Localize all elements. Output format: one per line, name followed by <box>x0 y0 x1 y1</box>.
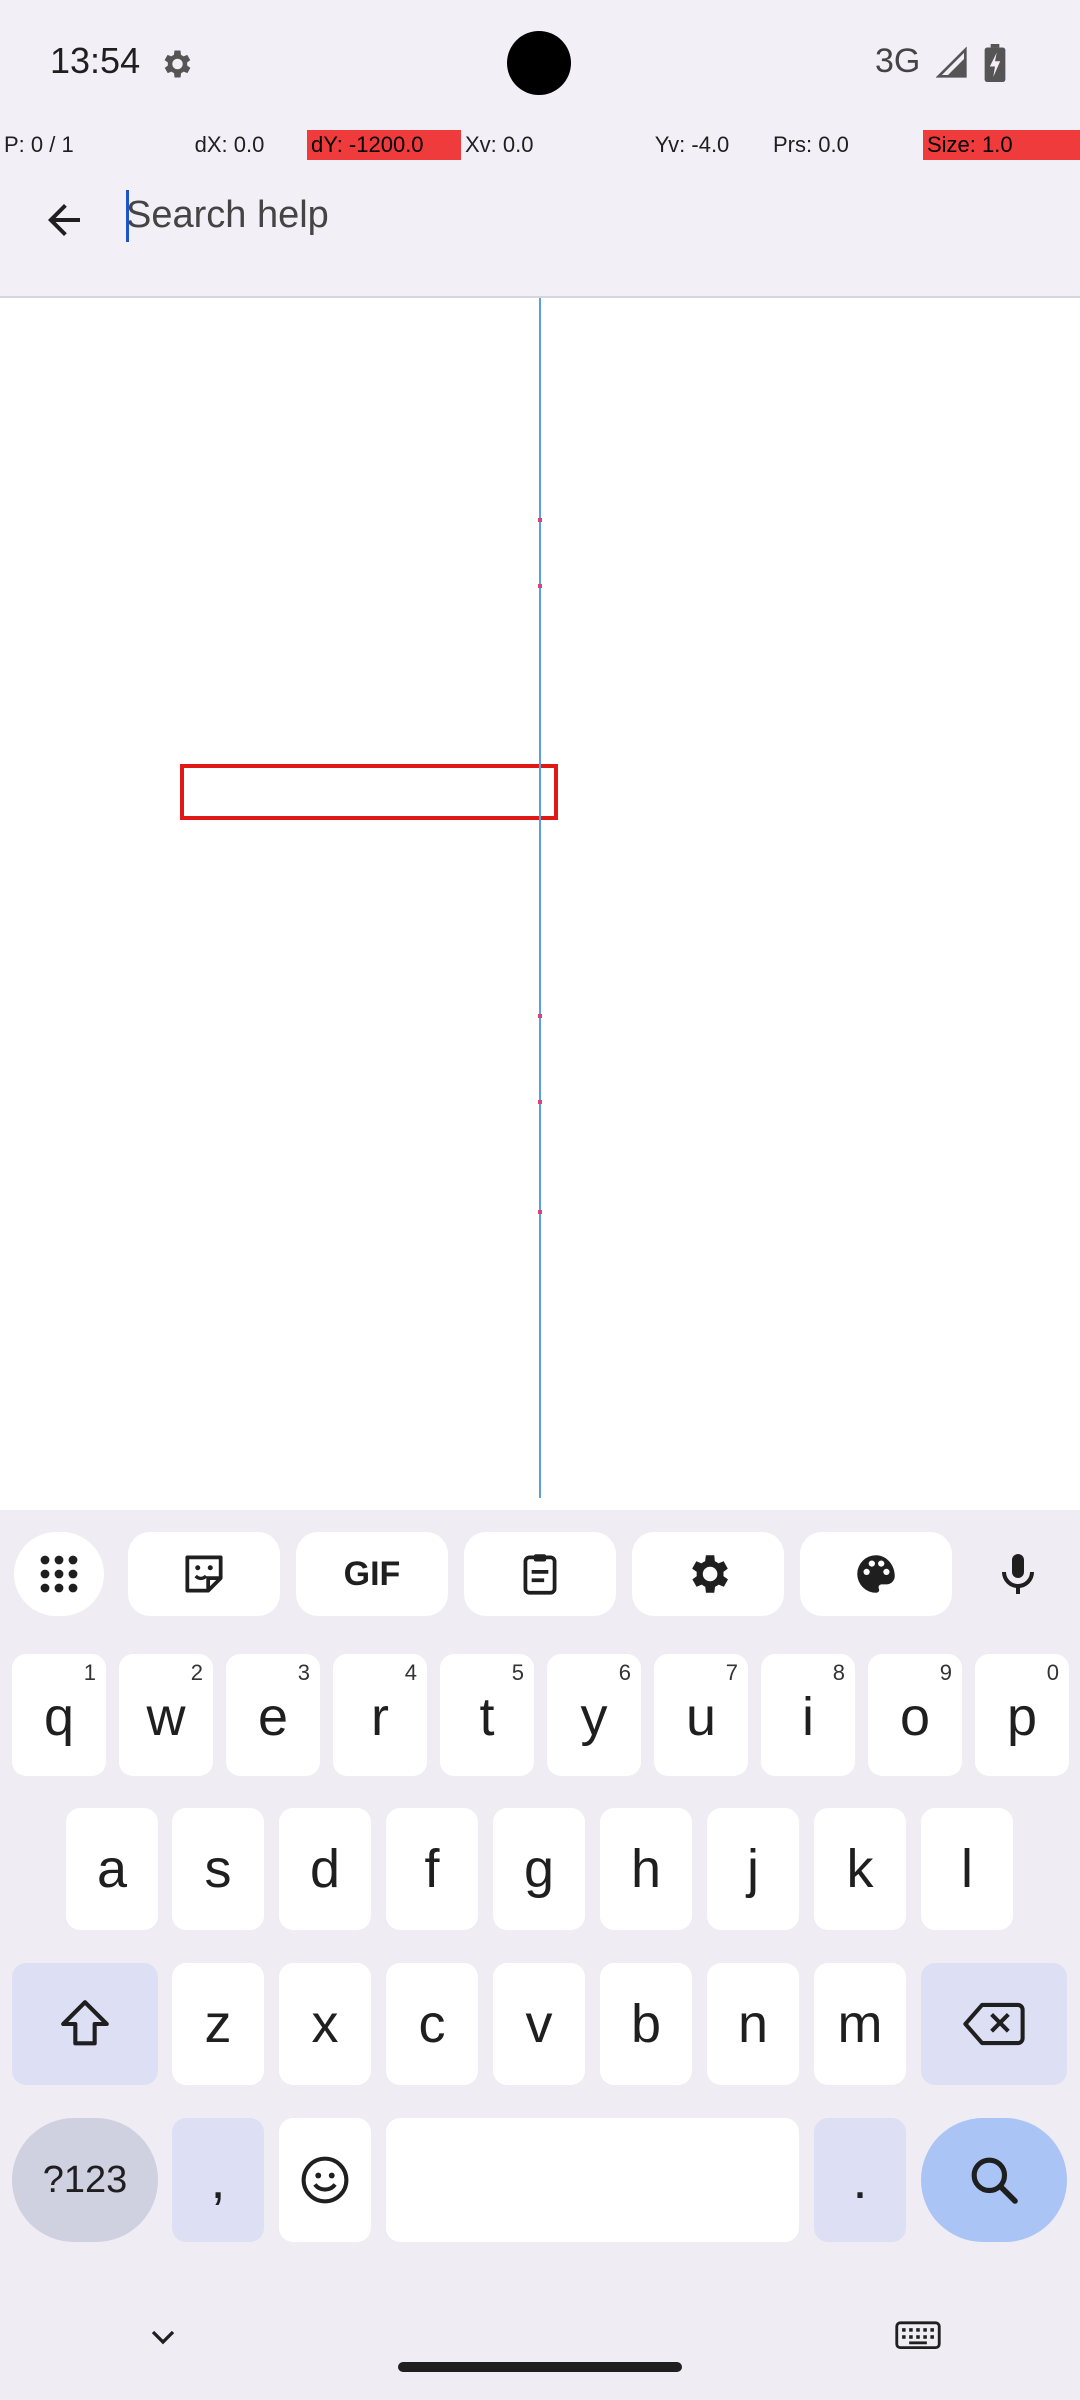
pointer-debug-bar: P: 0 / 1 dX: 0.0 dY: -1200.0 Xv: 0.0 Yv:… <box>0 130 1080 160</box>
apps-grid-icon <box>40 1555 78 1593</box>
keyboard-settings-button[interactable] <box>632 1532 784 1616</box>
key-j[interactable]: j <box>707 1808 799 1930</box>
key-o[interactable]: 9o <box>868 1654 962 1776</box>
settings-gear-icon <box>164 50 191 78</box>
comma-key[interactable]: , <box>172 2118 264 2242</box>
shift-icon <box>61 2000 109 2046</box>
key-w[interactable]: 2w <box>119 1654 213 1776</box>
theme-button[interactable] <box>800 1532 952 1616</box>
focus-highlight-box <box>180 764 558 820</box>
period-key[interactable]: . <box>814 2118 906 2242</box>
sticker-button[interactable] <box>128 1532 280 1616</box>
search-app-bar <box>0 160 1080 298</box>
voice-input-button[interactable] <box>976 1532 1060 1616</box>
shift-key[interactable] <box>12 1963 158 2085</box>
key-g[interactable]: g <box>493 1808 585 1930</box>
pointer-trace-dot <box>538 1210 542 1214</box>
emoji-icon <box>301 2156 349 2204</box>
signal-strength-icon <box>936 46 967 78</box>
key-c[interactable]: c <box>386 1963 478 2085</box>
keyboard-icon <box>895 2321 941 2350</box>
clipboard-icon <box>523 1554 557 1595</box>
debug-pressure: Prs: 0.0 <box>773 132 849 157</box>
key-l[interactable]: l <box>921 1808 1013 1930</box>
key-d[interactable]: d <box>279 1808 371 1930</box>
clipboard-button[interactable] <box>464 1532 616 1616</box>
backspace-key[interactable] <box>921 1963 1067 2085</box>
key-z[interactable]: z <box>172 1963 264 2085</box>
key-q[interactable]: 1q <box>12 1654 106 1776</box>
status-time: 13:54 <box>50 40 141 81</box>
battery-charging-icon <box>984 44 1006 82</box>
key-n[interactable]: n <box>707 1963 799 2085</box>
back-button[interactable] <box>22 178 106 262</box>
sticker-icon <box>185 1555 223 1593</box>
hide-keyboard-button[interactable] <box>138 2312 188 2362</box>
pointer-trace-dot <box>538 1100 542 1104</box>
search-icon <box>971 2157 1018 2204</box>
debug-pointer-count: P: 0 / 1 <box>4 132 74 157</box>
key-v[interactable]: v <box>493 1963 585 2085</box>
gif-button[interactable]: GIF <box>296 1532 448 1616</box>
debug-yv: Yv: -4.0 <box>654 132 730 157</box>
pointer-trace-dot <box>538 1014 542 1018</box>
gesture-handle[interactable] <box>398 2362 682 2372</box>
space-key[interactable] <box>386 2118 799 2242</box>
key-u[interactable]: 7u <box>654 1654 748 1776</box>
palette-icon <box>857 1555 895 1593</box>
pointer-trace-dot <box>538 584 542 588</box>
status-bar: 13:54 3G <box>0 0 1080 130</box>
key-k[interactable]: k <box>814 1808 906 1930</box>
debug-dx: dX: 0.0 <box>194 132 265 157</box>
debug-xv: Xv: 0.0 <box>465 132 534 157</box>
pointer-trace-line <box>539 298 541 1498</box>
network-type-label: 3G <box>875 42 921 80</box>
emoji-key[interactable] <box>279 2118 371 2242</box>
key-p[interactable]: 0p <box>975 1654 1069 1776</box>
symbols-key[interactable]: ?123 <box>12 2118 158 2242</box>
key-f[interactable]: f <box>386 1808 478 1930</box>
backspace-icon <box>963 2002 1025 2046</box>
text-cursor <box>126 190 129 242</box>
pointer-trace-dot <box>538 518 542 522</box>
search-input[interactable] <box>126 182 1026 248</box>
debug-dy: dY: -1200.0 <box>307 130 461 160</box>
key-t[interactable]: 5t <box>440 1654 534 1776</box>
key-s[interactable]: s <box>172 1808 264 1930</box>
soft-keyboard: GIF 1q 2w 3e 4r 5t 6y 7u 8i 9o 0p a s d … <box>0 1510 1080 2400</box>
key-a[interactable]: a <box>66 1808 158 1930</box>
keyboard-menu-button[interactable] <box>14 1532 104 1616</box>
camera-cutout <box>507 31 571 95</box>
key-i[interactable]: 8i <box>761 1654 855 1776</box>
microphone-icon <box>1002 1554 1034 1594</box>
debug-size: Size: 1.0 <box>923 130 1080 160</box>
search-action-key[interactable] <box>921 2118 1067 2242</box>
key-b[interactable]: b <box>600 1963 692 2085</box>
key-r[interactable]: 4r <box>333 1654 427 1776</box>
navigation-bar <box>0 2290 1080 2400</box>
key-x[interactable]: x <box>279 1963 371 2085</box>
key-e[interactable]: 3e <box>226 1654 320 1776</box>
key-m[interactable]: m <box>814 1963 906 2085</box>
help-results-area <box>0 298 1080 1510</box>
keyboard-switch-button[interactable] <box>890 2312 946 2362</box>
chevron-down-icon <box>151 2330 175 2345</box>
gear-icon <box>692 1555 728 1593</box>
key-h[interactable]: h <box>600 1808 692 1930</box>
arrow-back-icon <box>48 204 80 236</box>
key-y[interactable]: 6y <box>547 1654 641 1776</box>
